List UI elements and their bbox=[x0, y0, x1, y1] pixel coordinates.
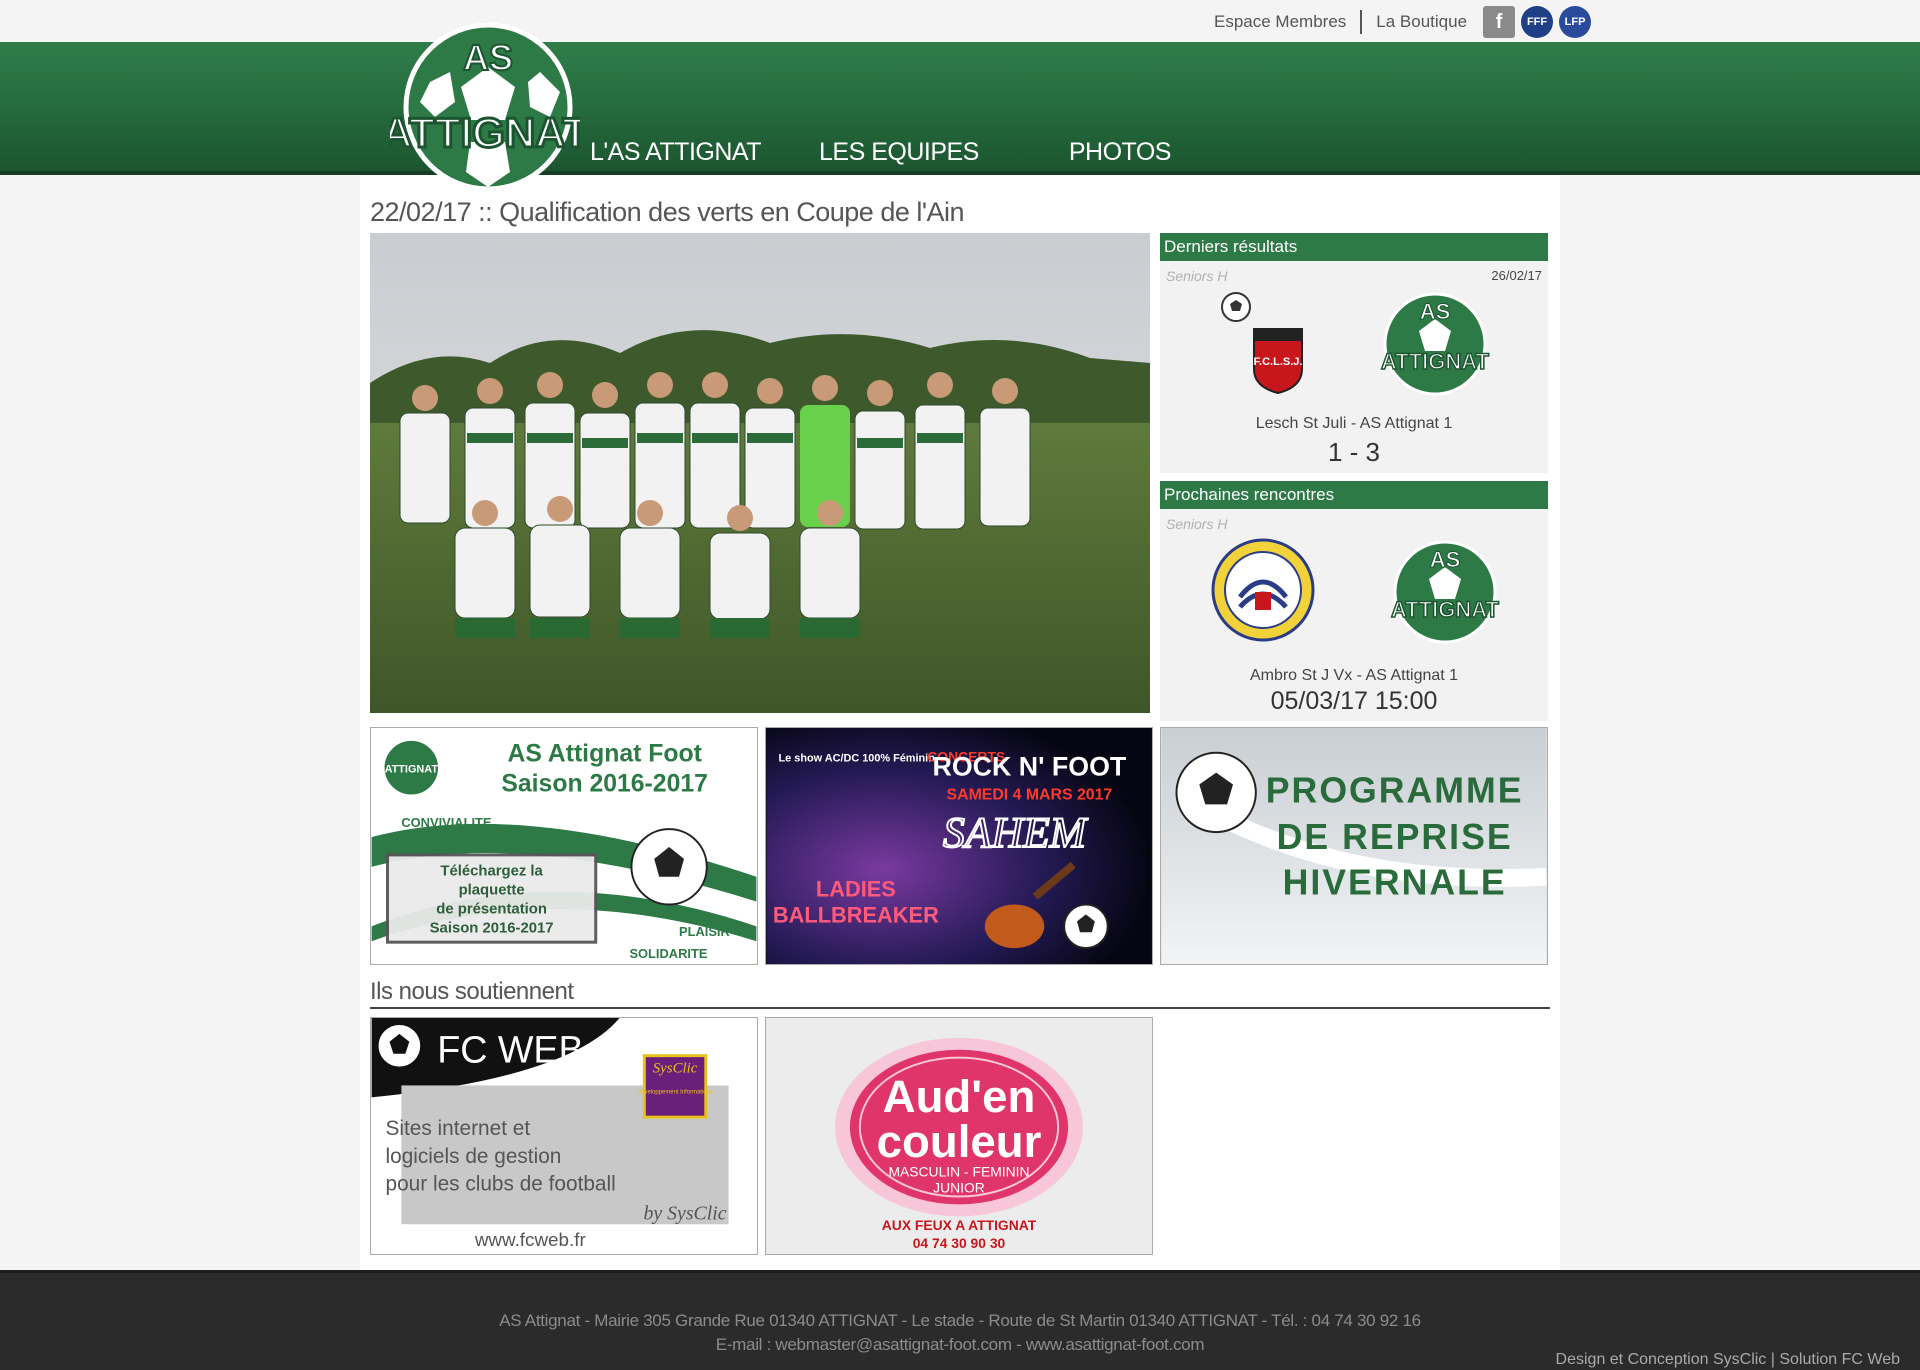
results-category: Seniors H bbox=[1166, 268, 1228, 284]
top-utility-bar: Espace Membres La Boutique f FFF LFP bbox=[0, 0, 1920, 42]
ambronay-badge[interactable] bbox=[1210, 537, 1316, 643]
programme-line2: DE REPRISE bbox=[1277, 817, 1513, 857]
concert-date: SAMEDI 4 MARS 2017 bbox=[947, 786, 1113, 803]
news-title[interactable]: 22/02/17 :: Qualification des verts en C… bbox=[370, 197, 965, 228]
fcweb-title: FC WEB bbox=[437, 1029, 584, 1071]
ball-icon bbox=[1221, 292, 1251, 322]
social-links: f FFF LFP bbox=[1483, 6, 1592, 38]
fcweb-brand: SysClic bbox=[653, 1061, 698, 1077]
fcweb-by: by SysClic bbox=[643, 1202, 726, 1224]
fcweb-brand-sub: Développement Informatique bbox=[637, 1089, 714, 1095]
concert-ladies1: LADIES bbox=[816, 877, 896, 902]
footer-credit[interactable]: Design et Conception SysClic | Solution … bbox=[1556, 1351, 1900, 1369]
auden-sub1: MASCULIN - FEMININ bbox=[888, 1164, 1029, 1180]
sponsors-divider bbox=[370, 1007, 1550, 1009]
auden-addr: AUX FEUX A ATTIGNAT bbox=[882, 1217, 1037, 1233]
home-badge-text: F.C.L.S.J. bbox=[1254, 356, 1303, 368]
upcoming-badge-attignat: ATTIGNAT bbox=[1391, 597, 1499, 622]
concert-title: ROCK N' FOOT bbox=[933, 752, 1127, 782]
plaquette-banner[interactable]: ATTIGNAT AS Attignat Foot Saison 2016-20… bbox=[370, 727, 758, 965]
la-boutique-link[interactable]: La Boutique bbox=[1362, 8, 1481, 36]
concert-band: SAHEM bbox=[943, 809, 1089, 857]
programme-line3: HIVERNALE bbox=[1283, 863, 1507, 903]
auden-phone: 04 74 30 90 30 bbox=[913, 1235, 1006, 1251]
fff-logo-icon[interactable]: FFF bbox=[1521, 6, 1554, 38]
top-links: Espace Membres La Boutique f FFF LFP bbox=[1200, 6, 1592, 38]
upcoming-header: Prochaines rencontres bbox=[1160, 481, 1548, 509]
plaquette-word3: SOLIDARITE bbox=[629, 946, 707, 961]
concert-ladies2: BALLBREAKER bbox=[773, 902, 939, 927]
plaquette-box-line4: Saison 2016-2017 bbox=[430, 920, 554, 936]
upcoming-datetime: 05/03/17 15:00 bbox=[1270, 687, 1438, 715]
plaquette-word2: PLAISIR bbox=[679, 924, 730, 939]
concert-top-left: Le show AC/DC 100% Féminin bbox=[779, 753, 935, 765]
fcweb-sponsor[interactable]: FC WEB SysClic Développement Informatiqu… bbox=[370, 1017, 758, 1255]
programme-line1: PROGRAMME bbox=[1266, 770, 1524, 810]
auden-name2: couleur bbox=[877, 1116, 1042, 1167]
home-team-badge[interactable]: F.C.L.S.J. bbox=[1250, 323, 1306, 395]
away-team-badge-upcoming[interactable]: AS ATTIGNAT bbox=[1385, 537, 1503, 647]
footer-address: AS Attignat - Mairie 305 Grande Rue 0134… bbox=[499, 1311, 1421, 1330]
espace-membres-link[interactable]: Espace Membres bbox=[1200, 8, 1360, 36]
nav-item-les-equipes[interactable]: LES EQUIPES bbox=[819, 138, 979, 167]
team-photo[interactable] bbox=[370, 233, 1150, 713]
upcoming-matches-widget: Prochaines rencontres Seniors H AS ATTIG… bbox=[1160, 481, 1548, 721]
programme-reprise-banner[interactable]: PROGRAMME DE REPRISE HIVERNALE bbox=[1160, 727, 1548, 965]
lfp-logo-icon[interactable]: LFP bbox=[1559, 6, 1592, 38]
plaquette-logo-text: ATTIGNAT bbox=[385, 764, 439, 776]
plaquette-word1: CONVIVIALITE bbox=[401, 815, 492, 830]
logo-attignat-text: ATTIGNAT bbox=[390, 109, 580, 156]
latest-results-header: Derniers résultats bbox=[1160, 233, 1548, 261]
fcweb-line2: logiciels de gestion bbox=[386, 1145, 562, 1168]
site-footer: AS Attignat - Mairie 305 Grande Rue 0134… bbox=[0, 1270, 1920, 1370]
upcoming-category: Seniors H bbox=[1166, 516, 1228, 532]
results-match[interactable]: Lesch St Juli - AS Attignat 1 bbox=[1160, 415, 1548, 433]
main-nav: L'AS ATTIGNAT LES EQUIPES PHOTOS bbox=[590, 138, 1171, 167]
fcweb-line3: pour les clubs de football bbox=[386, 1173, 616, 1196]
away-team-badge[interactable]: AS ATTIGNAT bbox=[1375, 289, 1493, 399]
rock-n-foot-banner[interactable]: Le show AC/DC 100% Féminin CONCERTS ROCK… bbox=[765, 727, 1153, 965]
auden-sub2: JUNIOR bbox=[933, 1180, 985, 1196]
away-badge-as: AS bbox=[1420, 299, 1451, 324]
upcoming-match[interactable]: Ambro St J Vx - AS Attignat 1 bbox=[1160, 667, 1548, 685]
results-score: 1 - 3 bbox=[1327, 437, 1381, 467]
plaquette-box-line3: de présentation bbox=[436, 901, 547, 917]
plaquette-title1: AS Attignat Foot bbox=[507, 741, 701, 768]
latest-results-widget: Derniers résultats Seniors H 26/02/17 F.… bbox=[1160, 233, 1548, 473]
fcweb-url: www.fcweb.fr bbox=[474, 1229, 586, 1250]
fcweb-line1: Sites internet et bbox=[386, 1117, 531, 1140]
main-content: 22/02/17 :: Qualification des verts en C… bbox=[360, 175, 1560, 1270]
club-logo[interactable]: AS ATTIGNAT bbox=[390, 22, 580, 197]
away-badge-attignat: ATTIGNAT bbox=[1381, 349, 1489, 374]
auden-name1: Aud'en bbox=[883, 1071, 1036, 1122]
upcoming-badge-as: AS bbox=[1430, 547, 1461, 572]
results-date: 26/02/17 bbox=[1491, 268, 1542, 283]
facebook-icon[interactable]: f bbox=[1483, 6, 1516, 38]
plaquette-box-line2: plaquette bbox=[459, 883, 525, 899]
plaquette-box-line1: Téléchargez la bbox=[440, 864, 543, 880]
nav-item-photos[interactable]: PHOTOS bbox=[1069, 138, 1172, 167]
auden-couleur-sponsor[interactable]: Aud'en couleur MASCULIN - FEMININ JUNIOR… bbox=[765, 1017, 1153, 1255]
logo-as-text: AS bbox=[463, 37, 513, 78]
nav-item-as-attignat[interactable]: L'AS ATTIGNAT bbox=[590, 138, 762, 167]
sponsors-title: Ils nous soutiennent bbox=[370, 978, 574, 1005]
plaquette-title2: Saison 2016-2017 bbox=[501, 770, 708, 797]
